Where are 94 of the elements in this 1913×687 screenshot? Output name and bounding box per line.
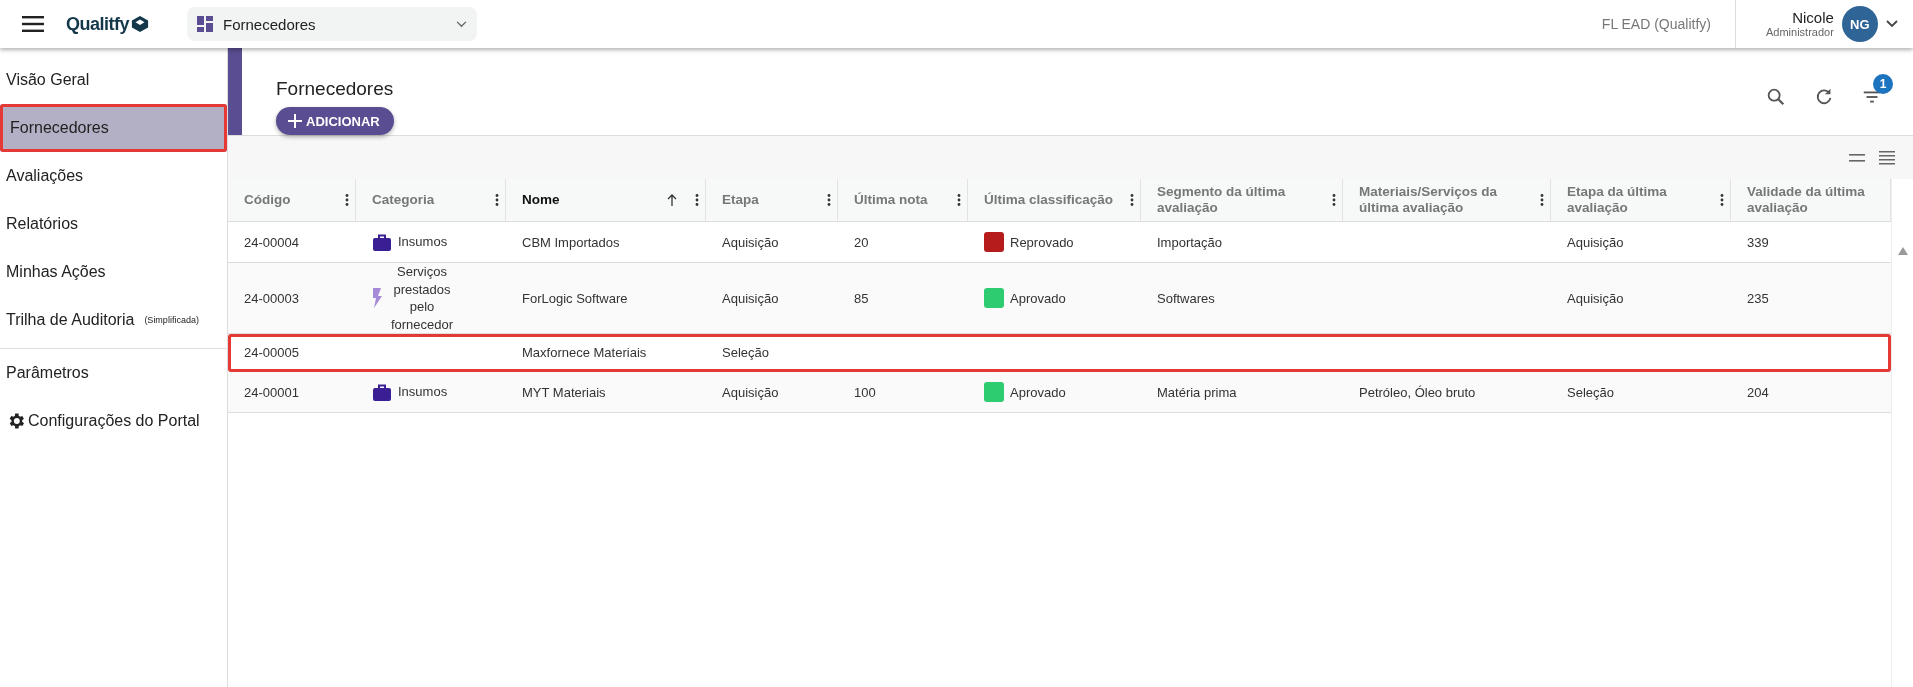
- column-label: Materiais/Serviços da última avaliação: [1359, 183, 1498, 215]
- table-cell: 204: [1747, 384, 1769, 400]
- chevron-down-icon[interactable]: [1885, 20, 1898, 28]
- grid-icon: [197, 16, 213, 32]
- column-header[interactable]: Etapa: [706, 179, 838, 221]
- sidebar-item[interactable]: Relatórios: [0, 200, 227, 248]
- page-title: Fornecedores: [276, 78, 394, 100]
- add-button[interactable]: ADICIONAR: [276, 107, 394, 135]
- sidebar-item[interactable]: Avaliações: [0, 152, 227, 200]
- more-icon[interactable]: [695, 194, 699, 206]
- column-label: Categoria: [372, 191, 435, 207]
- table-cell: Seleção: [1567, 384, 1614, 400]
- table-cell: 339: [1747, 234, 1769, 250]
- briefcase-icon: [372, 382, 392, 402]
- module-selector[interactable]: Fornecedores: [187, 7, 477, 41]
- column-header[interactable]: Materiais/Serviços da última avaliação: [1343, 179, 1551, 221]
- more-icon[interactable]: [495, 194, 499, 206]
- status-label: Aprovado: [1010, 384, 1066, 400]
- sidebar-item[interactable]: Trilha de Auditoria (Simplificada): [0, 296, 227, 344]
- sort-arrow-icon[interactable]: [667, 194, 677, 206]
- dense-rows-icon[interactable]: [1879, 150, 1895, 165]
- table-cell: Aquisição: [722, 234, 779, 250]
- table-cell: 24-00001: [244, 384, 299, 400]
- table-cell: 235: [1747, 290, 1769, 306]
- table-cell: Aquisição: [722, 384, 779, 400]
- plus-icon: [288, 114, 302, 128]
- column-header[interactable]: Código: [228, 179, 356, 221]
- more-icon[interactable]: [1332, 194, 1336, 206]
- column-label: Segmento da última avaliação: [1157, 183, 1286, 215]
- column-label: Código: [244, 191, 291, 207]
- category-label: Insumos: [398, 233, 448, 251]
- table-cell: MYT Materiais: [522, 384, 606, 400]
- table-cell: 100: [854, 384, 876, 400]
- category-label: Serviços prestados pelo fornecedor: [389, 263, 455, 334]
- tenant-name: FL EAD (Qualitfy): [1601, 16, 1711, 32]
- column-header[interactable]: Última nota: [838, 179, 968, 221]
- more-icon[interactable]: [827, 194, 831, 206]
- user-avatar[interactable]: NG: [1841, 6, 1878, 42]
- column-header[interactable]: Validade da última avaliação: [1731, 179, 1891, 221]
- table-cell: Aquisição: [1567, 234, 1624, 250]
- table-cell: ForLogic Software: [522, 290, 628, 306]
- column-label: Validade da última avaliação: [1747, 183, 1865, 215]
- table-cell: Matéria prima: [1157, 384, 1237, 400]
- status-label: Reprovado: [1010, 234, 1074, 250]
- chevron-down-icon: [456, 20, 467, 28]
- briefcase-icon: [372, 232, 392, 252]
- sidebar-item[interactable]: Minhas Ações: [0, 248, 227, 296]
- filter-count-badge: 1: [1873, 74, 1893, 94]
- more-icon[interactable]: [345, 194, 349, 206]
- column-header[interactable]: Categoria: [356, 179, 506, 221]
- sidebar-item[interactable]: Parâmetros: [0, 349, 227, 397]
- table-cell: Aquisição: [1567, 290, 1624, 306]
- table-cell: 24-00005: [244, 345, 299, 361]
- logo-text: Qualitfy: [66, 13, 129, 35]
- more-icon[interactable]: [1130, 194, 1134, 206]
- column-label: Nome: [522, 191, 560, 207]
- column-label: Última nota: [854, 191, 928, 207]
- table-cell: Maxfornece Materiais: [522, 345, 647, 361]
- lightning-icon: [372, 288, 383, 309]
- menu-icon[interactable]: [22, 16, 44, 32]
- table-cell: 24-00004: [244, 234, 299, 250]
- sidebar-item[interactable]: Visão Geral: [0, 56, 227, 104]
- status-label: Aprovado: [1010, 290, 1066, 306]
- sidebar-note: (Simplificada): [144, 315, 199, 325]
- user-role: Administrador: [1766, 26, 1834, 39]
- table-row[interactable]: 24-00005 Maxfornece Materiais Seleção: [228, 334, 1891, 373]
- scroll-up-icon[interactable]: [1897, 247, 1908, 255]
- sidebar-item[interactable]: Configurações do Portal: [0, 397, 227, 445]
- more-icon[interactable]: [1720, 194, 1724, 206]
- column-label: Última classificação: [984, 191, 1114, 207]
- column-header[interactable]: Etapa da última avaliação: [1551, 179, 1731, 221]
- column-label: Etapa: [722, 191, 759, 207]
- table-row[interactable]: 24-00001 Insumos MYT Materiais Aquisição 100 Aprovado Matéria prima Petróleo, Óleo bruto Seleção 204: [228, 372, 1891, 414]
- category-label: Insumos: [398, 383, 448, 401]
- table-cell: 85: [854, 290, 869, 306]
- more-icon[interactable]: [957, 194, 961, 206]
- table-cell: 24-00003: [244, 290, 299, 306]
- table-cell: Importação: [1157, 234, 1223, 250]
- table-cell: Seleção: [722, 345, 769, 361]
- table-cell: Petróleo, Óleo bruto: [1359, 384, 1476, 400]
- table-cell: CBM Importados: [522, 234, 620, 250]
- table-cell: 20: [854, 234, 869, 250]
- cube-icon: [131, 15, 149, 33]
- user-name: Nicole: [1792, 9, 1834, 27]
- search-icon[interactable]: [1765, 86, 1787, 108]
- sidebar-item[interactable]: Fornecedores: [0, 104, 227, 152]
- column-header[interactable]: Segmento da última avaliação: [1141, 179, 1343, 221]
- more-icon[interactable]: [1540, 194, 1544, 206]
- table-cell: Softwares: [1157, 290, 1215, 306]
- table-row[interactable]: 24-00003 Serviços prestados pelo fornecedor ForLogic Software Aquisição 85 Aprovado Softwares Aquisição 235: [228, 263, 1891, 335]
- column-header[interactable]: Última classificação: [968, 179, 1141, 221]
- column-label: Etapa da última avaliação: [1567, 183, 1667, 215]
- table-cell: Aquisição: [722, 290, 779, 306]
- column-header[interactable]: Nome: [506, 179, 706, 221]
